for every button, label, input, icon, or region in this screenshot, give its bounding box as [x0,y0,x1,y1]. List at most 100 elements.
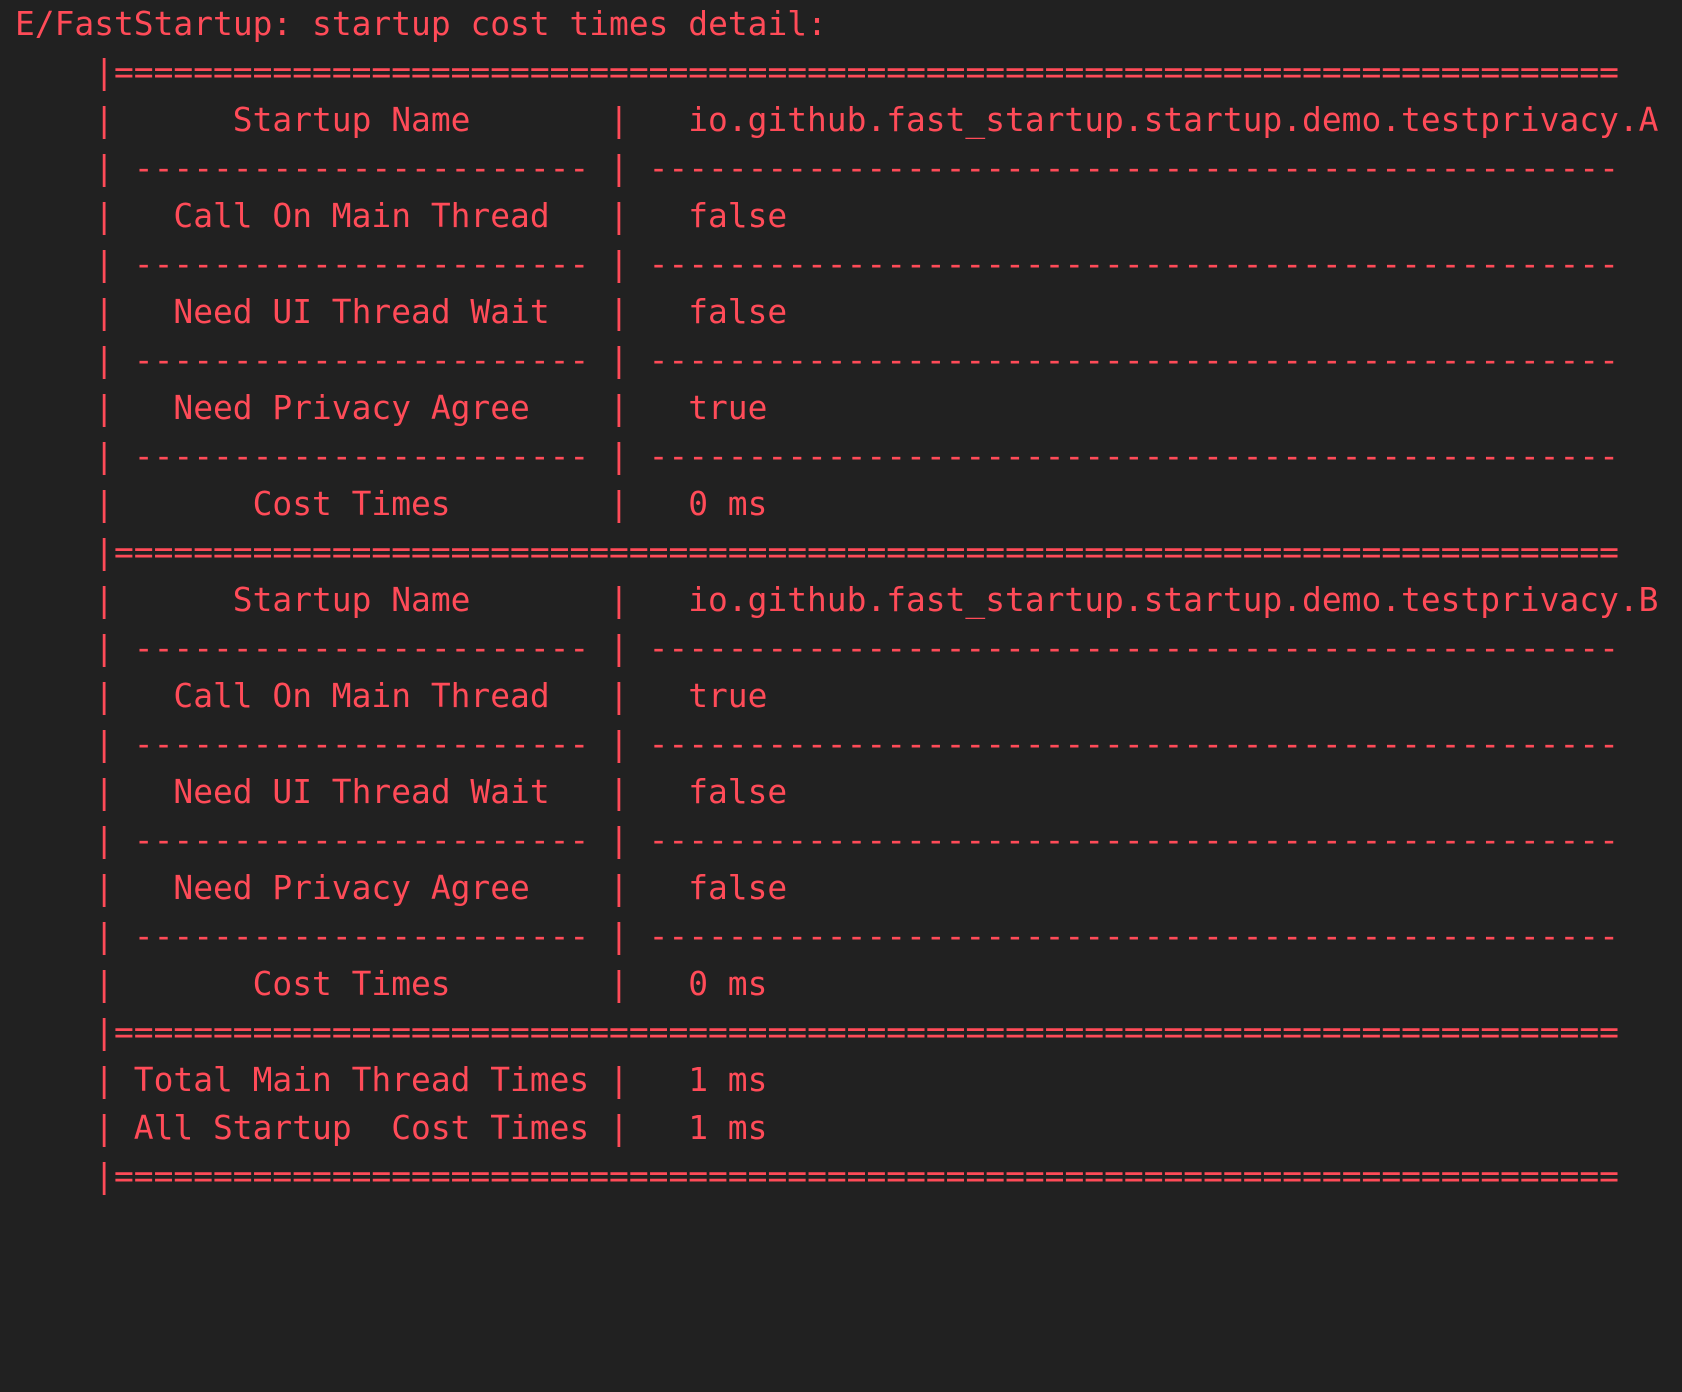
double-rule: ========================================… [114,1156,1619,1195]
table-row: | Need UI Thread Wait | false [0,288,1682,336]
label-call-on-main-thread: Call On Main Thread [173,196,550,235]
row-divider: | ----------------------- | ------------… [0,336,1682,384]
border-pipe: | [94,244,114,283]
column-divider: | [609,724,629,763]
label-total-main-thread-times: Total Main Thread Times [133,1060,590,1099]
column-divider: | [609,388,629,427]
value-startup-name: io.github.fast_startup.startup.demo.test… [688,580,1659,619]
double-rule: ========================================… [114,1012,1619,1051]
column-divider: | [609,148,629,187]
column-divider: | [609,340,629,379]
logcat-output: E/FastStartup: startup cost times detail… [0,0,1682,1196]
table-row: | Call On Main Thread | false [0,192,1682,240]
table-row: | Need UI Thread Wait | false [0,768,1682,816]
border-pipe: | [94,916,114,955]
label-startup-name: Startup Name [232,100,471,139]
label-cost-times: Cost Times [252,484,451,523]
border-pipe: | [94,820,114,859]
column-divider: | [609,292,629,331]
table-border-bottom: | ======================================… [0,1152,1682,1200]
value-total-main-thread-times: 1 ms [688,1060,768,1099]
label-all-startup-cost-times: All Startup Cost Times [133,1108,590,1147]
border-pipe: | [94,964,114,1003]
border-pipe: | [94,1060,114,1099]
table-row: | Cost Times | 0 ms [0,960,1682,1008]
column-divider: | [609,964,629,1003]
value-call-on-main-thread: true [688,676,768,715]
value-need-ui-thread-wait: false [688,292,788,331]
border-pipe: | [94,1012,114,1051]
row-divider: | ----------------------- | ------------… [0,240,1682,288]
column-divider: | [609,676,629,715]
column-divider: | [609,580,629,619]
label-rule: ----------------------- [133,436,590,475]
border-pipe: | [94,772,114,811]
column-divider: | [609,436,629,475]
label-need-ui-thread-wait: Need UI Thread Wait [173,292,550,331]
log-header-line: E/FastStartup: startup cost times detail… [0,0,1682,48]
border-pipe: | [94,676,114,715]
value-need-privacy-agree: true [688,388,768,427]
label-rule: ----------------------- [133,148,590,187]
log-tag-message: E/FastStartup: startup cost times detail… [15,4,827,43]
border-pipe: | [94,52,114,91]
row-divider: | ----------------------- | ------------… [0,624,1682,672]
column-divider: | [609,244,629,283]
label-rule: ----------------------- [133,628,590,667]
table-row: | Cost Times | 0 ms [0,480,1682,528]
border-pipe: | [94,580,114,619]
label-need-privacy-agree: Need Privacy Agree [173,388,530,427]
double-rule: ========================================… [114,532,1619,571]
border-pipe: | [94,484,114,523]
value-startup-name: io.github.fast_startup.startup.demo.test… [688,100,1659,139]
value-rule: ----------------------------------------… [648,244,1619,283]
row-divider: | ----------------------- | ------------… [0,816,1682,864]
column-divider: | [609,820,629,859]
table-border-middle: | ======================================… [0,528,1682,576]
value-rule: ----------------------------------------… [648,916,1619,955]
value-need-ui-thread-wait: false [688,772,788,811]
border-pipe: | [94,148,114,187]
double-rule: ========================================… [114,52,1619,91]
border-pipe: | [94,868,114,907]
label-cost-times: Cost Times [252,964,451,1003]
border-pipe: | [94,436,114,475]
value-rule: ----------------------------------------… [648,148,1619,187]
label-startup-name: Startup Name [232,580,471,619]
column-divider: | [609,1108,629,1147]
column-divider: | [609,100,629,139]
table-border-top: | ======================================… [0,48,1682,96]
table-row: | Need Privacy Agree | true [0,384,1682,432]
label-rule: ----------------------- [133,340,590,379]
row-divider: | ----------------------- | ------------… [0,144,1682,192]
table-border-middle: | ======================================… [0,1008,1682,1056]
value-need-privacy-agree: false [688,868,788,907]
column-divider: | [609,1060,629,1099]
label-rule: ----------------------- [133,820,590,859]
border-pipe: | [94,196,114,235]
row-divider: | ----------------------- | ------------… [0,912,1682,960]
label-need-privacy-agree: Need Privacy Agree [173,868,530,907]
row-divider: | ----------------------- | ------------… [0,432,1682,480]
border-pipe: | [94,388,114,427]
value-cost-times: 0 ms [688,964,768,1003]
column-divider: | [609,196,629,235]
label-rule: ----------------------- [133,916,590,955]
value-cost-times: 0 ms [688,484,768,523]
value-rule: ----------------------------------------… [648,340,1619,379]
table-row: | Startup Name | io.github.fast_startup.… [0,576,1682,624]
label-need-ui-thread-wait: Need UI Thread Wait [173,772,550,811]
summary-row: | All Startup Cost Times | 1 ms [0,1104,1682,1152]
border-pipe: | [94,1156,114,1195]
value-all-startup-cost-times: 1 ms [688,1108,768,1147]
value-rule: ----------------------------------------… [648,820,1619,859]
column-divider: | [609,868,629,907]
border-pipe: | [94,724,114,763]
table-row: | Startup Name | io.github.fast_startup.… [0,96,1682,144]
table-row: | Call On Main Thread | true [0,672,1682,720]
border-pipe: | [94,532,114,571]
border-pipe: | [94,628,114,667]
value-rule: ----------------------------------------… [648,628,1619,667]
column-divider: | [609,772,629,811]
summary-row: | Total Main Thread Times | 1 ms [0,1056,1682,1104]
